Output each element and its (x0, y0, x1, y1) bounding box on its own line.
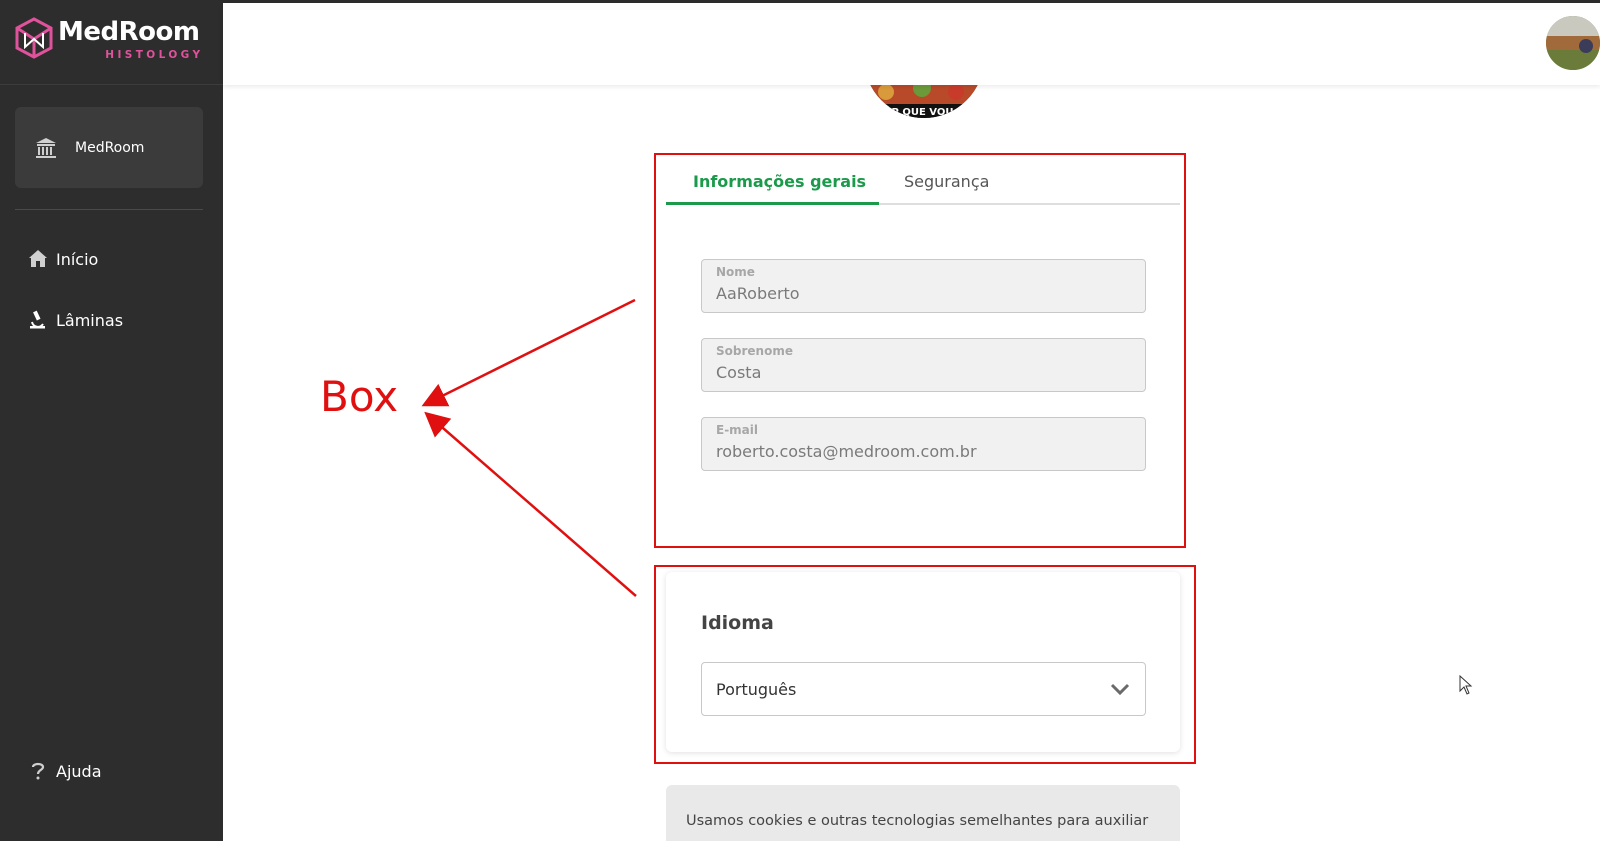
nome-field[interactable]: Nome AaRoberto (701, 259, 1146, 313)
language-card: Idioma Português (666, 572, 1180, 752)
nome-input[interactable]: AaRoberto (716, 284, 1126, 303)
question-icon (31, 762, 45, 780)
mouse-cursor-icon (1459, 675, 1473, 695)
email-field[interactable]: E-mail roberto.costa@medroom.com.br (701, 417, 1146, 471)
sobrenome-input[interactable]: Costa (716, 363, 1126, 382)
profile-photo-caption: XUP QUE VOU FO (876, 107, 973, 118)
chevron-down-icon (1110, 683, 1130, 696)
cookie-banner: Usamos cookies e outras tecnologias seme… (666, 785, 1180, 841)
active-tab-indicator (666, 202, 879, 205)
email-input[interactable]: roberto.costa@medroom.com.br (716, 442, 1126, 461)
top-header (223, 3, 1600, 85)
sidebar-header-divider (0, 84, 223, 85)
sobrenome-field[interactable]: Sobrenome Costa (701, 338, 1146, 392)
brand-name: MedRoom (58, 17, 200, 47)
cookie-banner-text: Usamos cookies e outras tecnologias seme… (686, 813, 1149, 841)
organization-name: MedRoom (75, 139, 145, 156)
sobrenome-label: Sobrenome (716, 344, 793, 358)
email-label: E-mail (716, 423, 759, 437)
language-title: Idioma (701, 612, 774, 634)
sidebar-item-label: Lâminas (56, 310, 124, 330)
annotation-arrow-lower (424, 411, 637, 597)
sidebar-divider (15, 209, 203, 210)
microscope-icon (30, 310, 45, 329)
app-logo[interactable]: MedRoom HISTOLOGY (14, 17, 200, 61)
tab-seguranca[interactable]: Segurança (904, 172, 989, 191)
user-avatar[interactable] (1546, 16, 1600, 70)
sidebar-item-label: Início (56, 249, 99, 269)
organization-card[interactable]: MedRoom (15, 107, 203, 188)
annotation-arrow-upper (421, 298, 636, 407)
sidebar-item-ajuda[interactable]: Ajuda (28, 761, 102, 781)
brand-subtitle: HISTOLOGY (105, 49, 204, 61)
sidebar-item-inicio[interactable]: Início (28, 249, 98, 269)
language-select[interactable]: Português (701, 662, 1146, 716)
nome-label: Nome (716, 265, 755, 279)
sidebar: MedRoom HISTOLOGY MedRoom Início Lâminas… (0, 0, 223, 841)
language-selected-value: Português (716, 680, 797, 699)
sidebar-item-label: Ajuda (56, 761, 102, 781)
annotation-label: Box (320, 372, 399, 421)
avatar-image (1546, 16, 1600, 70)
profile-tabs: Informações gerais Segurança (666, 164, 1180, 205)
institution-icon (36, 137, 56, 158)
home-icon (29, 250, 47, 267)
medroom-logo-icon (15, 17, 53, 59)
sidebar-item-laminas[interactable]: Lâminas (28, 310, 123, 330)
tab-informacoes-gerais[interactable]: Informações gerais (693, 172, 866, 191)
